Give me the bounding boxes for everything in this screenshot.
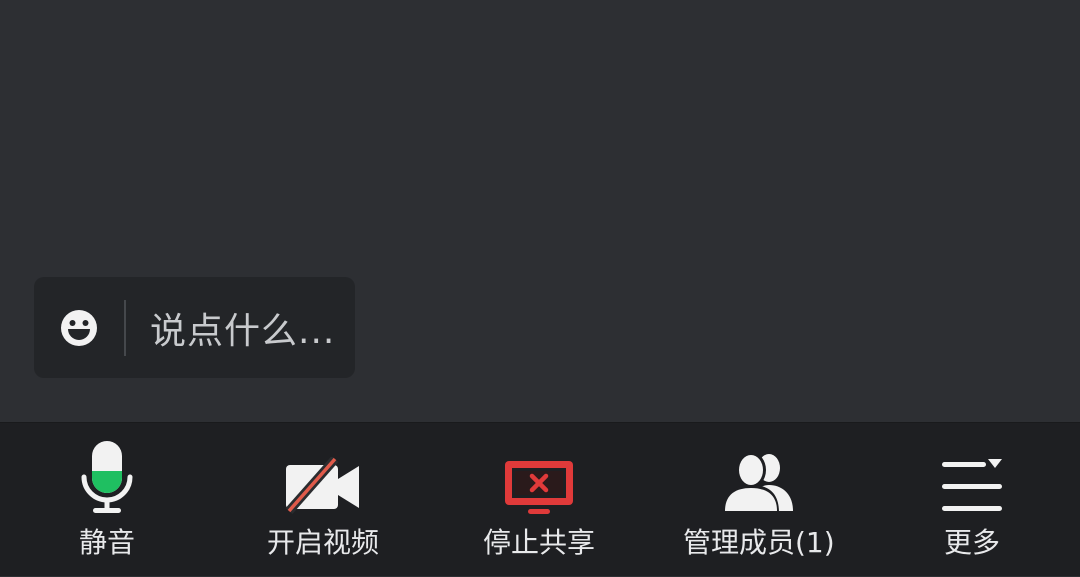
more-button[interactable]: 更多 bbox=[912, 423, 1032, 577]
stop-sharing-button[interactable]: 停止共享 bbox=[479, 423, 599, 577]
chat-divider bbox=[124, 299, 126, 356]
stop-sharing-label: 停止共享 bbox=[482, 526, 595, 559]
members-icon bbox=[720, 452, 793, 513]
smiley-icon bbox=[61, 309, 97, 346]
meeting-toolbar: 静音 开启视频 停止共享 管理成员(1) 更多 bbox=[0, 422, 1080, 576]
emoji-button[interactable] bbox=[34, 277, 124, 378]
chat-input-bar[interactable]: 说点什么... bbox=[34, 277, 355, 378]
microphone-icon bbox=[81, 441, 133, 513]
video-camera-off-icon bbox=[285, 457, 359, 514]
start-video-label: 开启视频 bbox=[266, 526, 379, 559]
chat-placeholder[interactable]: 说点什么... bbox=[150, 302, 335, 354]
meeting-stage: 说点什么... bbox=[0, 0, 1080, 422]
more-label: 更多 bbox=[943, 526, 1000, 559]
manage-members-button[interactable]: 管理成员(1) bbox=[683, 423, 835, 577]
mute-label: 静音 bbox=[78, 526, 135, 559]
mute-button[interactable]: 静音 bbox=[47, 423, 167, 577]
manage-members-label: 管理成员(1) bbox=[683, 526, 835, 559]
start-video-button[interactable]: 开启视频 bbox=[263, 423, 383, 577]
stop-screen-share-icon bbox=[505, 461, 573, 514]
more-menu-icon bbox=[942, 459, 1002, 511]
